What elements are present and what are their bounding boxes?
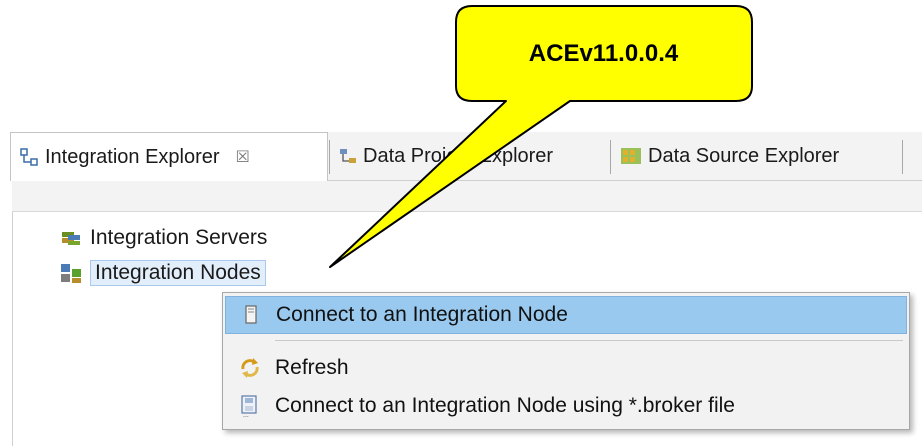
version-callout-text: ACEv11.0.0.4 bbox=[528, 40, 679, 67]
